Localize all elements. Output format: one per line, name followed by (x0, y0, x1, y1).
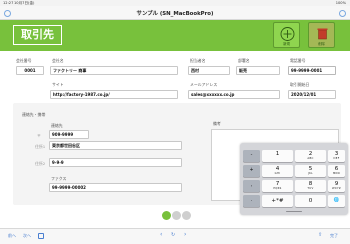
phone-label: 電話番号 (290, 58, 306, 63)
contact-label: 連絡先 (51, 123, 63, 128)
postal-field[interactable]: 909-9999 (49, 130, 89, 139)
address1-label: 住所1 (35, 144, 46, 149)
contact-person-field[interactable]: 西村 (188, 66, 230, 75)
next-button[interactable]: 次へ (23, 233, 31, 239)
memo-label: 備考 (213, 121, 221, 126)
keypad-grabber[interactable] (286, 211, 302, 213)
delete-label: 削除 (318, 41, 325, 46)
start-date-label: 取引開始日 (290, 82, 310, 87)
done-button[interactable]: 完了 (330, 233, 338, 239)
key-7[interactable]: 7 PQRS (262, 180, 293, 192)
key-2[interactable]: 2 ABC (295, 150, 326, 162)
key-0[interactable]: 0 (295, 195, 326, 207)
page-dot-3[interactable] (182, 211, 191, 220)
chevron-right-icon[interactable]: › (184, 231, 186, 238)
window-title: サンプル (SN_MacBookPro) (136, 11, 214, 17)
globe-icon[interactable]: 🌐 (328, 195, 345, 207)
key-6[interactable]: 6 MNO (328, 165, 345, 177)
new-label: 新規 (283, 41, 290, 46)
start-date-field[interactable]: 2020/12/01 (288, 90, 336, 99)
bottom-toolbar: 前へ 次へ ‹ ↻ › ⇪ 完了 (0, 228, 350, 244)
company-no-field[interactable]: 0001 (16, 66, 44, 75)
key-4[interactable]: 4 GHI (262, 165, 293, 177)
key-period[interactable]: . (243, 195, 260, 207)
site-field[interactable]: http://factory-1987.co.jp/ (50, 90, 178, 99)
chevron-left-icon[interactable]: ‹ (160, 231, 162, 238)
key-5[interactable]: 5 JKL (295, 165, 326, 177)
key-1[interactable]: 1 (262, 150, 293, 162)
department-label: 部署名 (238, 58, 250, 63)
numeric-keypad: - 1 2 ABC 3 DEF + 4 GHI 5 JKL 6 MNO , 7 PQRS 8… (240, 143, 348, 215)
prev-button[interactable]: 前へ (8, 233, 16, 239)
delete-record-button[interactable]: 削除 (308, 22, 335, 48)
address1-field[interactable]: 東京都世田谷区 (49, 141, 182, 150)
company-no-label: 会社番号 (16, 58, 32, 63)
page-dot-1[interactable] (162, 211, 171, 220)
key-8[interactable]: 8 TUV (295, 180, 326, 192)
key-plus[interactable]: + (243, 165, 260, 177)
fax-field[interactable]: 99-9999-00002 (49, 183, 182, 192)
address2-field[interactable]: 9-9-9 (49, 158, 182, 167)
key-comma[interactable]: , (243, 180, 260, 192)
company-name-label: 会社名 (52, 58, 64, 63)
key-symbols[interactable]: +*# (262, 195, 293, 207)
header-bar: 取引先 新規 削除 (0, 20, 350, 51)
site-label: サイト (52, 82, 64, 87)
key-3[interactable]: 3 DEF (328, 150, 345, 162)
status-time: 12:27 (3, 0, 14, 5)
address2-label: 住所2 (35, 161, 46, 166)
company-name-field[interactable]: ファクトリー 商事 (50, 66, 178, 75)
contact-person-label: 担当者名 (190, 58, 206, 63)
list-icon[interactable] (38, 232, 44, 239)
new-record-button[interactable]: 新規 (273, 22, 300, 48)
refresh-icon[interactable]: ↻ (171, 232, 175, 238)
email-label: メールアドレス (190, 82, 218, 87)
department-field[interactable]: 販売 (236, 66, 280, 75)
contact-section-label: 連絡先・携帯 (22, 112, 46, 117)
fax-label: ファクス (51, 176, 67, 181)
status-battery: 100% (335, 0, 346, 5)
email-field[interactable]: sales@xxxxxx.co.jp (188, 90, 280, 99)
key-9[interactable]: 9 WXYZ (328, 180, 345, 192)
postal-label: 〒 (37, 133, 41, 138)
page-dot-2[interactable] (172, 211, 181, 220)
phone-field[interactable]: 99-9999-0001 (288, 66, 336, 75)
page-title: 取引先 (13, 25, 62, 45)
key-minus[interactable]: - (243, 150, 260, 162)
nav-bar: サンプル (SN_MacBookPro) (0, 6, 350, 20)
search-icon[interactable] (339, 9, 346, 17)
share-icon[interactable]: ⇪ (318, 232, 322, 238)
